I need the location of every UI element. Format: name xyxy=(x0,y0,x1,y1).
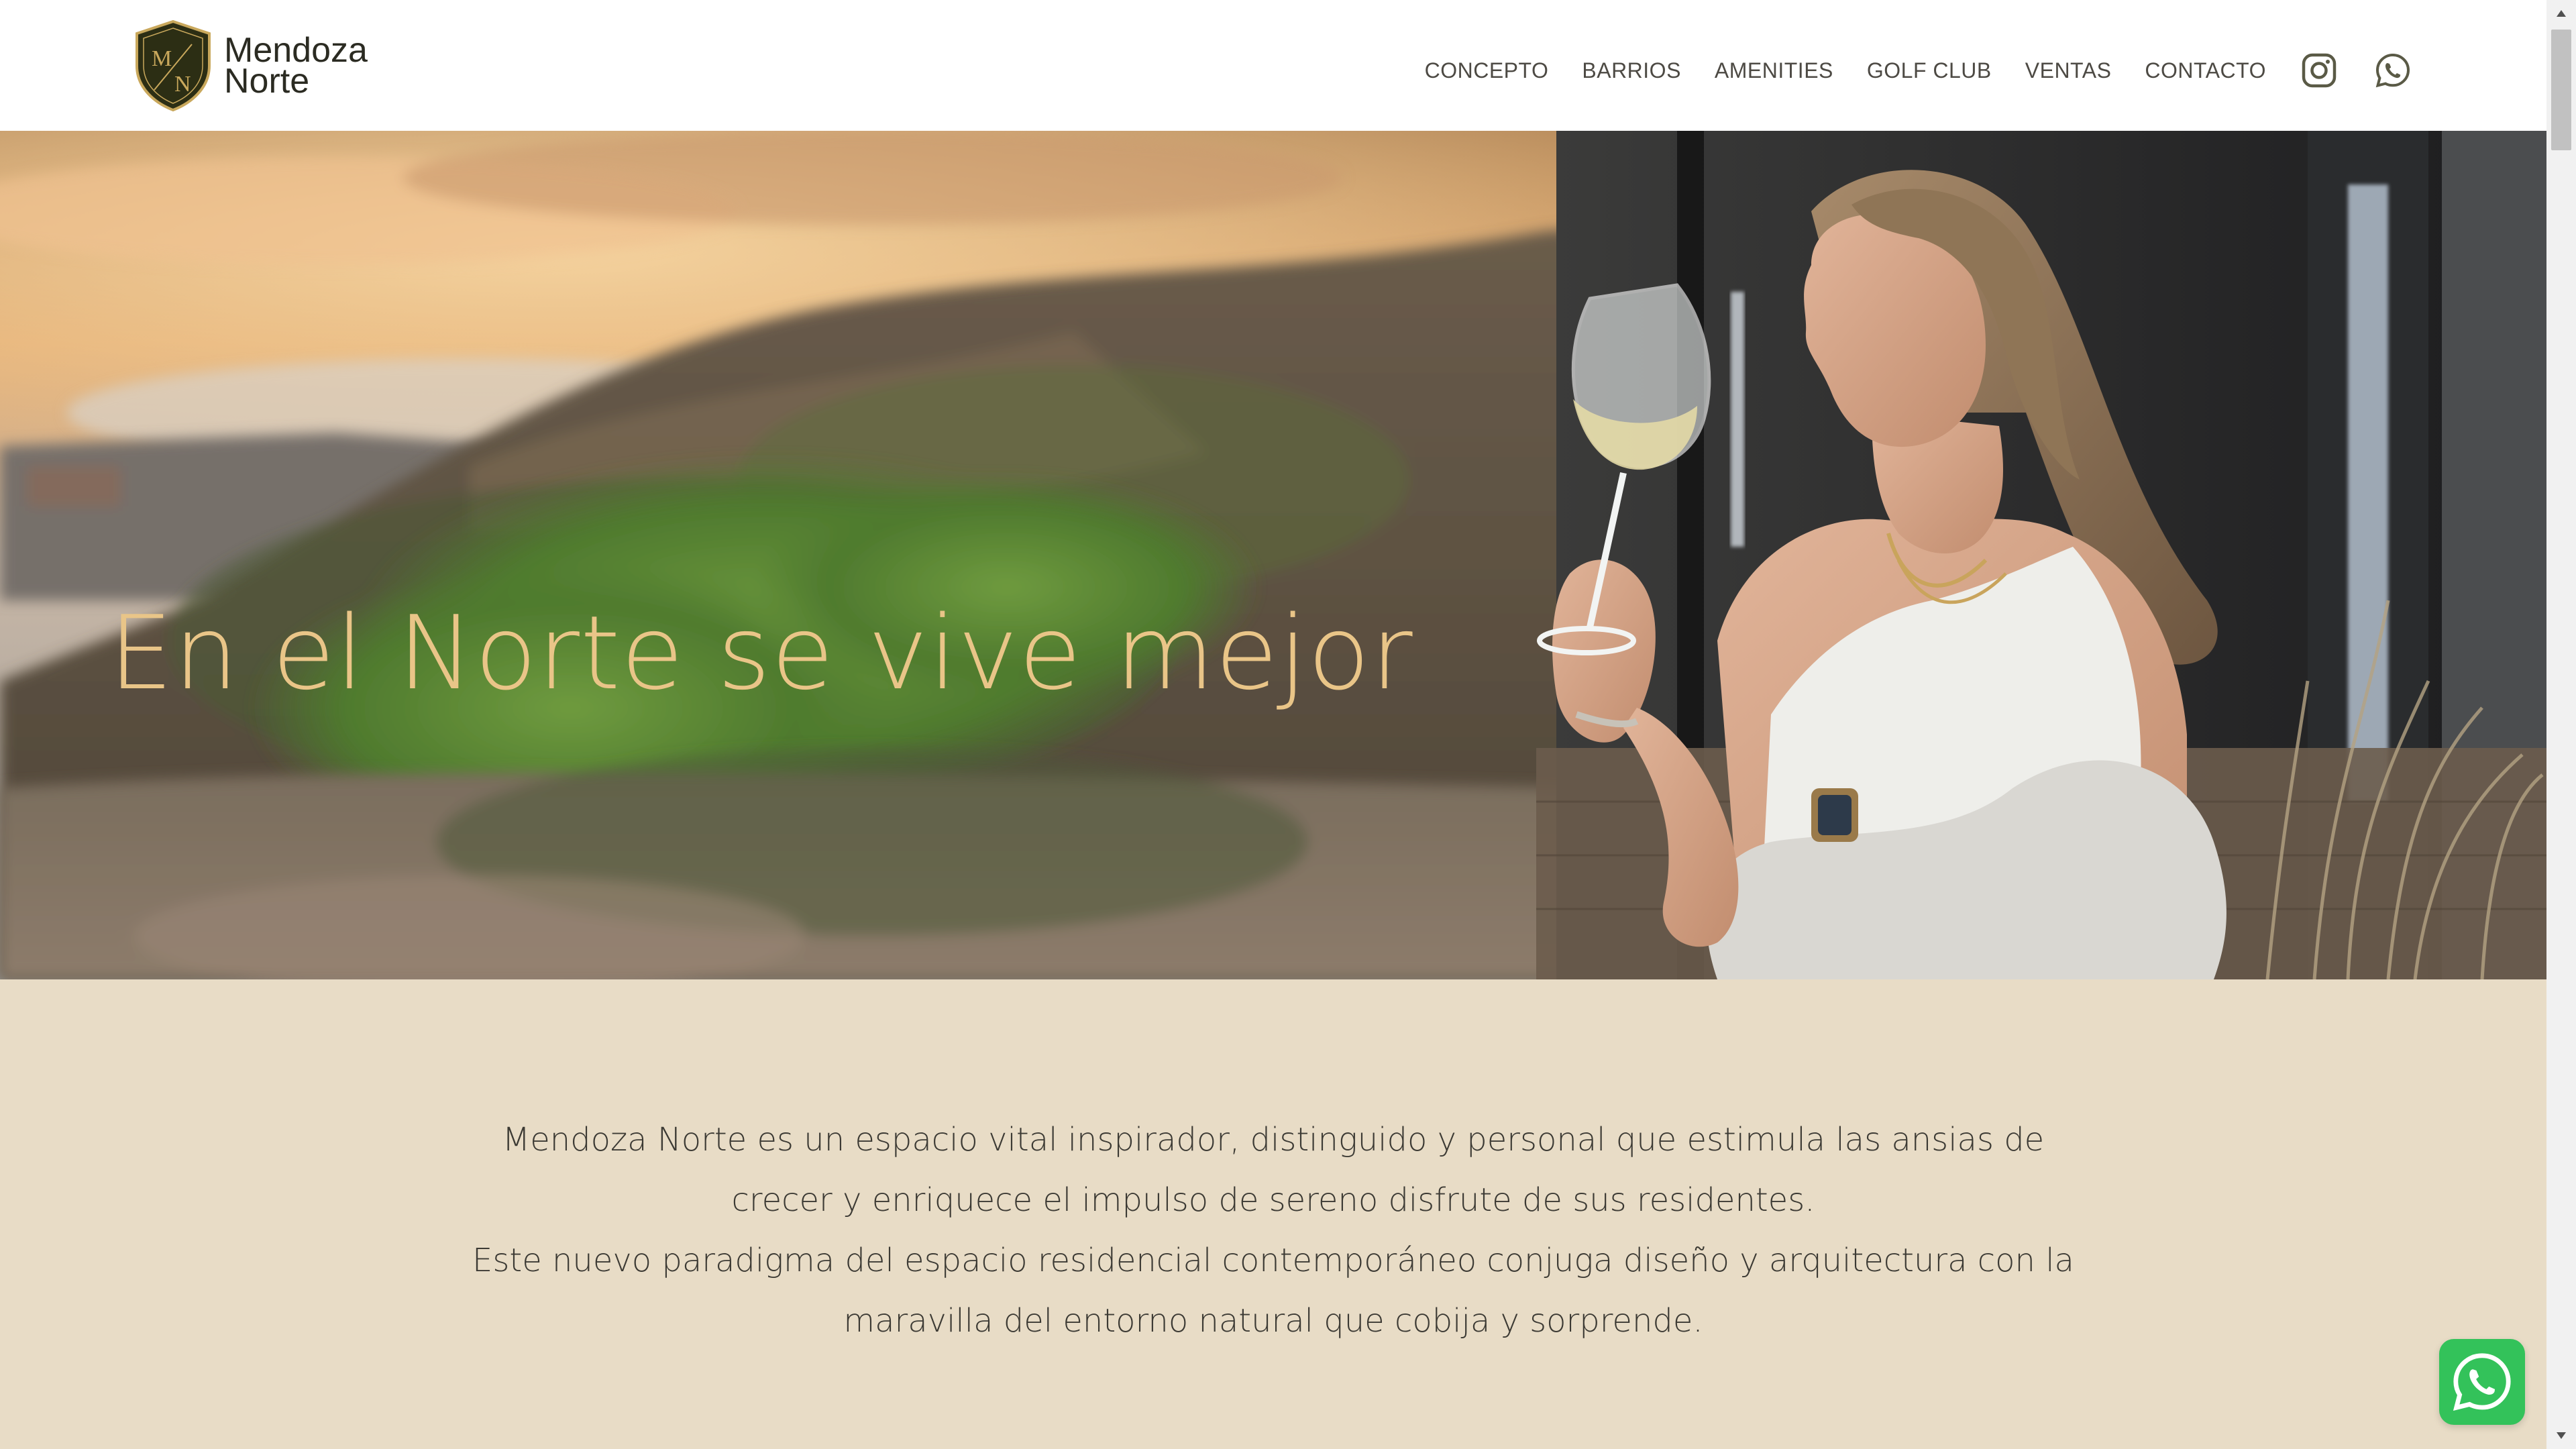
nav-item-ventas[interactable]: VENTAS xyxy=(2025,58,2112,83)
brand-logo[interactable]: M N Mendoza Norte xyxy=(134,19,368,113)
hero-photo xyxy=(0,131,2546,979)
whatsapp-icon[interactable] xyxy=(2375,52,2411,89)
hero-title: En el Norte se vive mejor xyxy=(109,594,1413,712)
scroll-down-arrow-icon[interactable] xyxy=(2546,1422,2576,1449)
scroll-up-arrow-icon[interactable] xyxy=(2546,0,2576,27)
brand-name-line2: Norte xyxy=(224,62,310,101)
vertical-scrollbar[interactable] xyxy=(2546,0,2576,1449)
intro-text: Mendoza Norte es un espacio vital inspir… xyxy=(0,1110,2546,1351)
svg-text:N: N xyxy=(174,72,191,97)
whatsapp-icon xyxy=(2453,1353,2511,1411)
brand-name: Mendoza Norte xyxy=(224,33,368,101)
intro-line: crecer y enriquece el impulso de sereno … xyxy=(731,1181,1815,1219)
intro-line: Mendoza Norte es un espacio vital inspir… xyxy=(502,1121,2045,1159)
main-nav: CONCEPTO BARRIOS AMENITIES GOLF CLUB VEN… xyxy=(1425,40,2546,101)
instagram-icon[interactable] xyxy=(2301,52,2337,89)
nav-item-barrios[interactable]: BARRIOS xyxy=(1582,58,1681,83)
intro-line: maravilla del entorno natural que cobija… xyxy=(843,1302,1703,1340)
page: M N Mendoza Norte CONCEPTO BARRIOS AMENI… xyxy=(0,0,2546,1449)
svg-text:M: M xyxy=(152,46,172,71)
social-links xyxy=(2301,52,2411,89)
site-header: M N Mendoza Norte CONCEPTO BARRIOS AMENI… xyxy=(0,0,2546,131)
nav-item-golf-club[interactable]: GOLF CLUB xyxy=(1867,58,1992,83)
intro-section: Mendoza Norte es un espacio vital inspir… xyxy=(0,979,2546,1449)
nav-item-amenities[interactable]: AMENITIES xyxy=(1715,58,1833,83)
nav-item-concepto[interactable]: CONCEPTO xyxy=(1425,58,1549,83)
hero-banner: En el Norte se vive mejor xyxy=(0,131,2546,979)
shield-logo-icon: M N xyxy=(136,19,211,112)
intro-line: Este nuevo paradigma del espacio residen… xyxy=(472,1242,2074,1279)
scrollbar-thumb[interactable] xyxy=(2551,30,2571,150)
floating-whatsapp-button[interactable] xyxy=(2439,1339,2525,1425)
nav-item-contacto[interactable]: CONTACTO xyxy=(2145,58,2266,83)
